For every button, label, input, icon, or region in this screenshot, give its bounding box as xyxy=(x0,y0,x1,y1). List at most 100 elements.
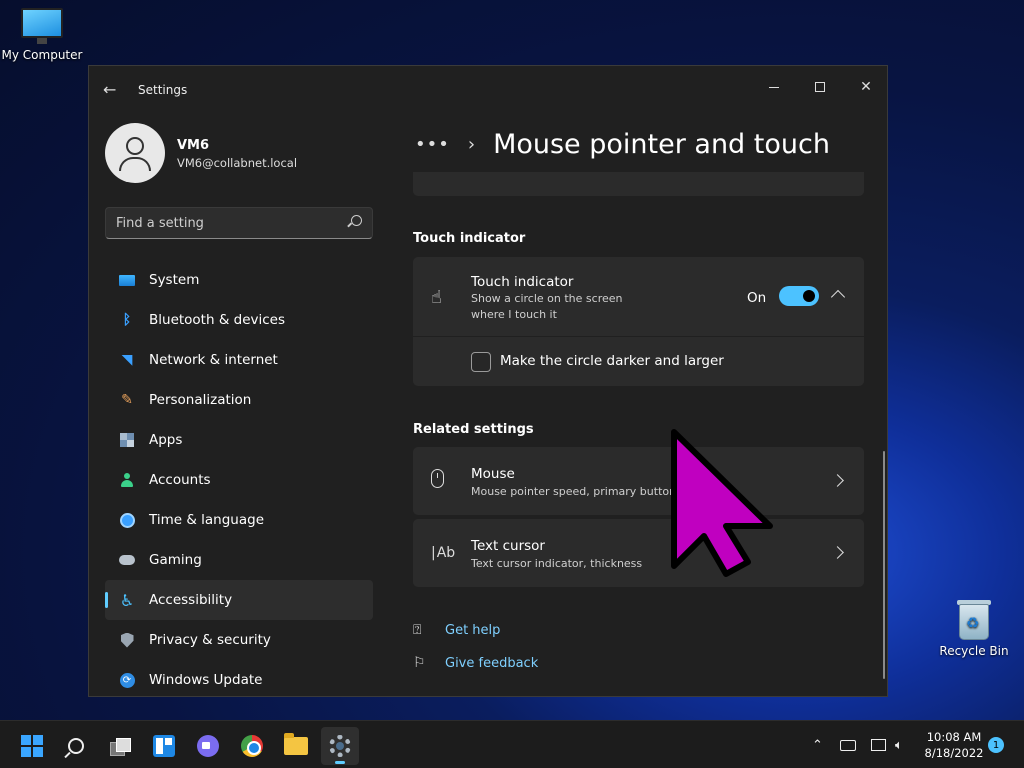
page-title: Mouse pointer and touch xyxy=(493,128,830,160)
help-icon: ⍰ xyxy=(413,622,422,638)
desktop-icon-recycle-bin[interactable]: ♻ Recycle Bin xyxy=(932,598,1016,658)
recycle-bin-icon: ♻ xyxy=(957,598,991,640)
taskbar-clock[interactable]: 10:08 AM 8/18/2022 xyxy=(922,729,986,761)
related-item-subtitle: Text cursor indicator, thickness xyxy=(471,557,643,570)
sidebar-item-label: Time & language xyxy=(149,512,265,528)
network-button[interactable] xyxy=(871,721,886,768)
title-bar[interactable]: ← Settings ✕ xyxy=(89,66,887,112)
search-icon[interactable] xyxy=(351,215,362,226)
keyboard-button[interactable] xyxy=(840,721,856,768)
shield-icon xyxy=(120,632,134,648)
chat-button[interactable] xyxy=(189,727,227,765)
file-explorer-button[interactable] xyxy=(277,727,315,765)
avatar[interactable] xyxy=(105,123,165,183)
feedback-icon: ⚐ xyxy=(413,655,426,671)
chrome-button[interactable] xyxy=(233,727,271,765)
scrollbar[interactable] xyxy=(883,451,885,679)
touch-indicator-subtitle: Show a circle on the screen where I touc… xyxy=(471,292,623,321)
text-cursor-icon: Ab xyxy=(431,545,455,561)
get-help-link[interactable]: ⍰ Get help xyxy=(413,622,500,638)
chat-icon xyxy=(197,735,219,757)
desktop-icon-label: My Computer xyxy=(1,48,83,62)
minimize-button[interactable] xyxy=(751,72,797,102)
magenta-mouse-pointer-icon xyxy=(671,429,773,577)
divider xyxy=(413,336,864,337)
sidebar-item-network[interactable]: ◥ Network & internet xyxy=(105,340,373,380)
taskbar: ⌃ 🔈︎ 10:08 AM 8/18/2022 1 xyxy=(0,720,1024,768)
back-arrow-icon[interactable]: ← xyxy=(103,80,116,99)
section-title-related-settings: Related settings xyxy=(413,422,534,437)
mouse-icon xyxy=(431,469,444,488)
volume-button[interactable]: 🔈︎ xyxy=(895,721,903,768)
related-item-text-cursor[interactable]: Ab Text cursor Text cursor indicator, th… xyxy=(413,519,864,587)
task-view-button[interactable] xyxy=(101,727,139,765)
sidebar-item-privacy[interactable]: Privacy & security xyxy=(105,620,373,660)
sidebar-item-label: Gaming xyxy=(149,552,202,568)
sidebar-item-label: Accessibility xyxy=(149,592,233,608)
maximize-button[interactable] xyxy=(797,72,843,102)
breadcrumb-overflow[interactable]: ••• xyxy=(415,134,450,155)
notification-badge[interactable]: 1 xyxy=(988,737,1004,753)
sidebar-item-system[interactable]: System xyxy=(105,260,373,300)
darker-larger-checkbox[interactable] xyxy=(471,352,491,372)
sidebar-item-apps[interactable]: Apps xyxy=(105,420,373,460)
related-item-mouse[interactable]: Mouse Mouse pointer speed, primary butto… xyxy=(413,447,864,515)
sidebar-item-gaming[interactable]: Gaming xyxy=(105,540,373,580)
sidebar-item-accounts[interactable]: Accounts xyxy=(105,460,373,500)
volume-icon: 🔈︎ xyxy=(895,737,903,753)
person-icon xyxy=(121,473,133,487)
start-button[interactable] xyxy=(13,727,51,765)
bluetooth-icon: ᛒ xyxy=(122,312,132,328)
get-help-label[interactable]: Get help xyxy=(445,623,500,638)
widgets-icon xyxy=(153,735,175,757)
touch-indicator-card[interactable]: ☝ Touch indicator Show a circle on the s… xyxy=(413,257,864,386)
chevron-right-icon xyxy=(831,546,844,559)
chevron-up-icon[interactable] xyxy=(830,289,846,305)
settings-window: ← Settings ✕ VM6 VM6@collabnet.local Sys… xyxy=(88,65,888,697)
darker-larger-label[interactable]: Make the circle darker and larger xyxy=(500,353,724,369)
touch-indicator-toggle[interactable] xyxy=(779,286,819,306)
brush-icon: ✎ xyxy=(121,392,133,408)
maximize-icon xyxy=(815,82,825,92)
clock-globe-icon xyxy=(119,512,135,528)
sidebar-item-windows-update[interactable]: ⟳ Windows Update xyxy=(105,660,373,696)
close-button[interactable]: ✕ xyxy=(843,72,887,102)
network-icon xyxy=(871,739,886,751)
desktop-icon-my-computer[interactable]: My Computer xyxy=(0,8,84,62)
sidebar-item-bluetooth[interactable]: ᛒ Bluetooth & devices xyxy=(105,300,373,340)
breadcrumb: ••• › Mouse pointer and touch xyxy=(415,124,830,164)
chrome-icon xyxy=(241,735,263,757)
give-feedback-link[interactable]: ⚐ Give feedback xyxy=(413,655,538,671)
computer-icon xyxy=(21,8,63,44)
related-item-title: Text cursor xyxy=(471,538,545,554)
search-input[interactable] xyxy=(106,208,336,238)
keyboard-icon xyxy=(840,739,856,751)
taskbar-search-button[interactable] xyxy=(57,727,95,765)
search-icon xyxy=(68,738,84,754)
close-icon: ✕ xyxy=(860,79,872,95)
scrolled-card[interactable] xyxy=(413,172,864,196)
apps-icon xyxy=(120,433,134,447)
widgets-button[interactable] xyxy=(145,727,183,765)
give-feedback-label[interactable]: Give feedback xyxy=(445,656,538,671)
chevron-right-icon xyxy=(831,474,844,487)
chevron-right-icon: › xyxy=(467,133,476,155)
system-icon xyxy=(119,274,135,286)
section-title-touch-indicator: Touch indicator xyxy=(413,231,526,246)
user-email: VM6@collabnet.local xyxy=(177,156,298,170)
sidebar-item-personalization[interactable]: ✎ Personalization xyxy=(105,380,373,420)
touch-indicator-title: Touch indicator xyxy=(471,274,574,290)
settings-taskbar-button[interactable] xyxy=(321,727,359,765)
file-explorer-icon xyxy=(284,733,308,755)
sidebar-item-label: Bluetooth & devices xyxy=(149,312,286,328)
settings-icon xyxy=(329,735,351,757)
sidebar-item-label: Network & internet xyxy=(149,352,278,368)
search-box[interactable] xyxy=(105,207,373,239)
related-item-subtitle: Mouse pointer speed, primary button xyxy=(471,485,677,498)
sidebar-item-time-language[interactable]: Time & language xyxy=(105,500,373,540)
sidebar-item-label: Accounts xyxy=(149,472,211,488)
sidebar-item-accessibility[interactable]: ♿ Accessibility xyxy=(105,580,373,620)
start-icon xyxy=(21,735,43,757)
show-hidden-icons-button[interactable]: ⌃ xyxy=(812,721,823,768)
user-name: VM6 xyxy=(177,138,210,153)
